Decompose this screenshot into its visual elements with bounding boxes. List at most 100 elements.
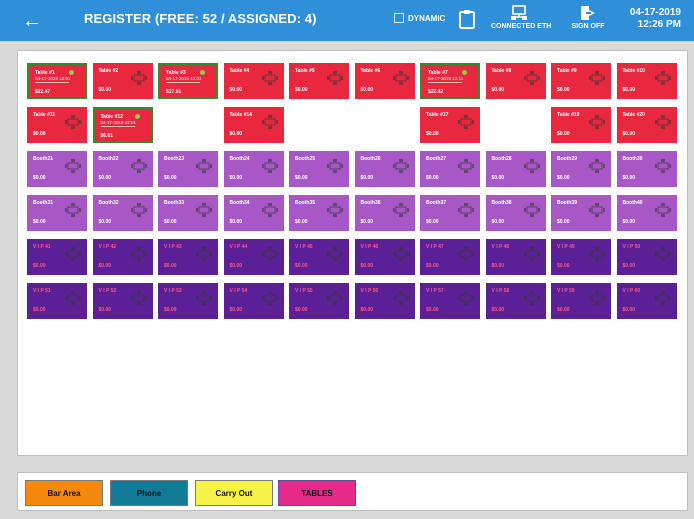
clipboard-icon[interactable] [459, 9, 475, 29]
table-tile[interactable]: V I P 57 $0.00 [420, 283, 480, 319]
table-name: V I P 46 [360, 244, 379, 250]
network-icon [510, 5, 527, 20]
dynamic-label: DYNAMIC [408, 13, 446, 23]
table-tile[interactable]: V I P 45 $0.00 [289, 239, 349, 275]
back-arrow-icon[interactable]: ← [22, 11, 48, 31]
table-tile[interactable]: Booth31 $0.00 [27, 195, 87, 231]
table-tile[interactable]: Table #9 $0.00 [551, 63, 611, 99]
tables-button[interactable]: TABLES [278, 480, 356, 506]
connected-eth-button[interactable]: CONNECTED ETH [491, 5, 551, 30]
table-amount: $0.00 [491, 175, 505, 181]
table-seat-icon [589, 114, 605, 130]
table-tile[interactable]: Table #6 $0.00 [354, 63, 415, 99]
table-tile[interactable]: Booth36 $0.00 [354, 195, 415, 231]
table-name: Booth28 [491, 156, 512, 162]
connected-eth-label: CONNECTED ETH [491, 23, 552, 30]
table-amount: $0.00 [426, 263, 439, 269]
table-tile[interactable]: Booth30 $0.00 [616, 151, 677, 187]
table-tile[interactable]: V I P 60 $0.00 [616, 283, 677, 319]
table-tile[interactable]: Table #17 $0.00 [420, 107, 480, 143]
table-tile[interactable]: V I P 54 $0.00 [223, 283, 284, 319]
table-open-time: 04-17-2019 12:01 [35, 76, 71, 81]
table-tile[interactable]: Booth28 $0.00 [485, 151, 546, 187]
table-name: V I P 55 [295, 288, 313, 294]
table-name: Booth23 [164, 156, 184, 162]
table-tile[interactable]: Table #7 $22.42 04-17-2019 12:11 [420, 63, 480, 99]
table-tile[interactable]: V I P 46 $0.00 [354, 239, 415, 275]
table-tile[interactable]: V I P 41 $0.00 [27, 239, 87, 275]
table-tile[interactable]: Table #2 $0.00 [92, 63, 153, 99]
table-tile[interactable]: Booth22 $0.00 [92, 151, 153, 187]
table-tile[interactable]: V I P 56 $0.00 [354, 283, 415, 319]
table-tile[interactable]: V I P 53 $0.00 [158, 283, 218, 319]
table-seat-icon [261, 202, 278, 218]
table-name: Table #6 [360, 68, 381, 74]
table-amount: $0.00 [164, 219, 177, 225]
table-tile[interactable]: Booth26 $0.00 [354, 151, 415, 187]
table-tile[interactable]: Booth35 $0.00 [289, 195, 349, 231]
phone-button[interactable]: Phone [110, 480, 188, 506]
table-tile[interactable]: Booth32 $0.00 [92, 195, 153, 231]
table-tile[interactable]: V I P 59 $0.00 [551, 283, 611, 319]
table-tile[interactable]: Booth24 $0.00 [223, 151, 284, 187]
table-seat-icon [458, 290, 474, 306]
table-tile[interactable]: Booth39 $0.00 [551, 195, 611, 231]
table-name: Booth22 [98, 156, 119, 162]
table-tile[interactable]: V I P 55 $0.00 [289, 283, 349, 319]
dynamic-checkbox[interactable] [394, 13, 404, 23]
table-tile[interactable]: V I P 47 $0.00 [420, 239, 480, 275]
dynamic-toggle[interactable]: DYNAMIC [394, 13, 445, 23]
table-tile[interactable]: V I P 58 $0.00 [485, 283, 546, 319]
table-amount: $0.00 [33, 263, 46, 269]
table-name: Booth38 [491, 200, 512, 206]
table-tile[interactable]: Table #19 $0.00 [551, 107, 611, 143]
table-tile[interactable]: Table #1 $22.47 04-17-2019 12:01 [27, 63, 87, 99]
table-tile[interactable]: Table #14 $0.00 [223, 107, 284, 143]
table-tile[interactable]: Booth21 $0.00 [27, 151, 87, 187]
occupied-status-dot [200, 70, 205, 75]
table-tile[interactable]: V I P 42 $0.00 [92, 239, 153, 275]
table-tile[interactable]: Booth29 $0.00 [551, 151, 611, 187]
table-tile[interactable]: Booth37 $0.00 [420, 195, 480, 231]
table-tile[interactable]: Table #3 $17.01 04-17-2019 12:01 [158, 63, 218, 99]
table-name: Table #20 [622, 112, 645, 118]
table-tile[interactable]: Booth33 $0.00 [158, 195, 218, 231]
table-tile[interactable]: Table #12 $6.01 04-17-2019 12:01 [92, 107, 153, 143]
bar-area-button[interactable]: Bar Area [25, 480, 103, 506]
table-tile[interactable]: V I P 52 $0.00 [92, 283, 153, 319]
table-tile[interactable]: Booth25 $0.00 [289, 151, 349, 187]
sign-off-button[interactable]: SIGN OFF [568, 5, 608, 30]
current-time: 12:26 PM [637, 19, 681, 30]
table-seat-icon [589, 246, 605, 262]
table-tile[interactable]: Booth40 $0.00 [616, 195, 677, 231]
table-tile[interactable]: V I P 48 $0.00 [485, 239, 546, 275]
table-name: V I P 41 [33, 244, 51, 250]
table-tile[interactable]: Table #8 $0.00 [485, 63, 546, 99]
table-name: V I P 59 [557, 288, 575, 294]
carry-out-button[interactable]: Carry Out [195, 480, 273, 506]
table-tile[interactable]: Table #5 $0.00 [289, 63, 349, 99]
table-tile[interactable]: Booth23 $0.00 [158, 151, 218, 187]
table-tile[interactable]: V I P 51 $0.00 [27, 283, 87, 319]
table-tile[interactable]: Booth27 $0.00 [420, 151, 480, 187]
table-tile[interactable]: Table #10 $0.00 [616, 63, 677, 99]
table-seat-icon [589, 158, 605, 174]
table-name: Table #5 [295, 68, 315, 74]
table-seat-icon [261, 290, 278, 306]
table-tile[interactable]: Booth34 $0.00 [223, 195, 284, 231]
table-tile[interactable]: Table #11 $0.00 [27, 107, 87, 143]
table-amount: $0.00 [622, 131, 636, 137]
table-name: V I P 53 [164, 288, 182, 294]
table-tile[interactable]: V I P 50 $0.00 [616, 239, 677, 275]
table-amount: $0.00 [33, 307, 46, 313]
table-name: Booth36 [360, 200, 381, 206]
table-tile[interactable]: Booth38 $0.00 [485, 195, 546, 231]
table-tile[interactable]: V I P 43 $0.00 [158, 239, 218, 275]
table-tile[interactable]: V I P 49 $0.00 [551, 239, 611, 275]
table-seat-icon [327, 290, 343, 306]
table-tile[interactable]: Table #4 $0.00 [223, 63, 284, 99]
table-amount: $17.01 [166, 89, 182, 95]
table-tile[interactable]: Table #20 $0.00 [616, 107, 677, 143]
table-amount: $0.00 [229, 307, 243, 313]
table-tile[interactable]: V I P 44 $0.00 [223, 239, 284, 275]
